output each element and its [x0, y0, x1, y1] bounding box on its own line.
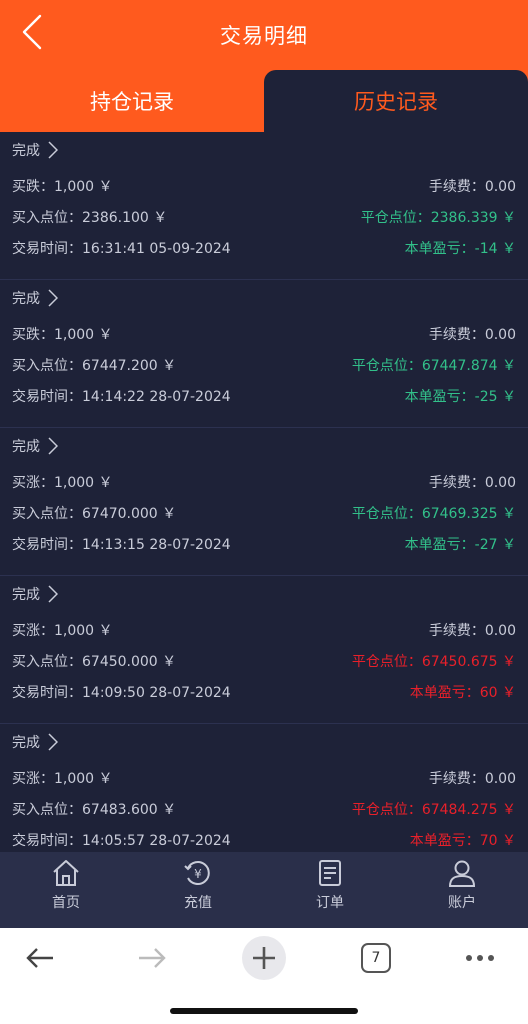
- record-item[interactable]: 完成 买涨：1,000 ￥ 手续费：0.00 买入点位：67450.000 ￥ 平仓…: [0, 576, 528, 724]
- arrow-right-icon: [139, 948, 166, 968]
- record-status[interactable]: 完成: [12, 436, 58, 456]
- tabbar-label: 首页: [52, 895, 80, 911]
- direction-amount: 买跌：1,000 ￥: [12, 179, 113, 195]
- profit-loss: 本单盈亏：70 ￥: [409, 833, 516, 849]
- trade-time: 交易时间：14:13:15 28-07-2024: [12, 537, 231, 553]
- bottom-tabbar: 首页 ¥ 充值 订单 账户: [0, 852, 528, 928]
- record-list: 完成 买跌：1,000 ￥ 手续费：0.00 买入点位：2386.100 ￥ 平仓点…: [0, 132, 528, 852]
- tabbar-item-home[interactable]: 首页: [0, 852, 132, 928]
- svg-text:¥: ¥: [194, 867, 202, 881]
- browser-toolbar: 7: [0, 928, 528, 1024]
- tabbar-label: 充值: [184, 895, 212, 911]
- record-status[interactable]: 完成: [12, 288, 58, 308]
- tab-holdings[interactable]: 持仓记录: [0, 70, 264, 132]
- record-status[interactable]: 完成: [12, 732, 58, 752]
- chevron-right-icon: [48, 289, 58, 307]
- more-icon: [466, 955, 494, 961]
- browser-forward-button[interactable]: [122, 932, 182, 984]
- arrow-left-icon: [26, 948, 53, 968]
- entry-price: 买入点位：2386.100 ￥: [12, 210, 168, 226]
- fee: 手续费：0.00: [428, 179, 516, 195]
- account-icon: [448, 860, 476, 887]
- close-price: 平仓点位：67450.675 ￥: [351, 654, 516, 670]
- close-price: 平仓点位：67447.874 ￥: [351, 358, 516, 374]
- record-status[interactable]: 完成: [12, 584, 58, 604]
- browser-more-button[interactable]: [450, 932, 510, 984]
- status-label: 完成: [12, 587, 40, 603]
- entry-price: 买入点位：67447.200 ￥: [12, 358, 177, 374]
- profit-loss: 本单盈亏：60 ￥: [409, 685, 516, 701]
- trade-time: 交易时间：14:14:22 28-07-2024: [12, 389, 231, 405]
- close-price: 平仓点位：67469.325 ￥: [351, 506, 516, 522]
- home-indicator[interactable]: [170, 1008, 358, 1014]
- direction-amount: 买涨：1,000 ￥: [12, 771, 113, 787]
- tabbar-label: 订单: [316, 895, 344, 911]
- fee: 手续费：0.00: [428, 623, 516, 639]
- tab-history[interactable]: 历史记录: [264, 70, 528, 132]
- record-item[interactable]: 完成 买涨：1,000 ￥ 手续费：0.00 买入点位：67483.600 ￥ 平仓…: [0, 724, 528, 852]
- chevron-right-icon: [48, 585, 58, 603]
- tabbar-item-recharge[interactable]: ¥ 充值: [132, 852, 264, 928]
- entry-price: 买入点位：67470.000 ￥: [12, 506, 177, 522]
- fee: 手续费：0.00: [428, 327, 516, 343]
- tab-count: 7: [371, 950, 381, 966]
- plus-icon: [242, 936, 286, 980]
- chevron-right-icon: [48, 733, 58, 751]
- record-status[interactable]: 完成: [12, 140, 58, 160]
- tabbar-label: 账户: [448, 895, 476, 911]
- record-item[interactable]: 完成 买跌：1,000 ￥ 手续费：0.00 买入点位：2386.100 ￥ 平仓点…: [0, 132, 528, 280]
- entry-price: 买入点位：67450.000 ￥: [12, 654, 177, 670]
- trade-time: 交易时间：14:05:57 28-07-2024: [12, 833, 231, 849]
- status-label: 完成: [12, 291, 40, 307]
- tabbar-item-orders[interactable]: 订单: [264, 852, 396, 928]
- browser-new-tab-button[interactable]: [234, 932, 294, 984]
- browser-back-button[interactable]: [10, 932, 70, 984]
- direction-amount: 买涨：1,000 ￥: [12, 623, 113, 639]
- profit-loss: 本单盈亏：-14 ￥: [404, 241, 516, 257]
- tabbar-item-account[interactable]: 账户: [396, 852, 528, 928]
- chevron-right-icon: [48, 141, 58, 159]
- trade-time: 交易时间：16:31:41 05-09-2024: [12, 241, 231, 257]
- browser-tabs-button[interactable]: 7: [346, 932, 406, 984]
- profit-loss: 本单盈亏：-27 ￥: [404, 537, 516, 553]
- chevron-right-icon: [48, 437, 58, 455]
- close-price: 平仓点位：2386.339 ￥: [360, 210, 516, 226]
- close-price: 平仓点位：67484.275 ￥: [351, 802, 516, 818]
- fee: 手续费：0.00: [428, 771, 516, 787]
- home-icon: [53, 860, 79, 886]
- entry-price: 买入点位：67483.600 ￥: [12, 802, 177, 818]
- record-item[interactable]: 完成 买跌：1,000 ￥ 手续费：0.00 买入点位：67447.200 ￥ 平仓…: [0, 280, 528, 428]
- status-label: 完成: [12, 735, 40, 751]
- page-title: 交易明细: [220, 24, 308, 48]
- direction-amount: 买涨：1,000 ￥: [12, 475, 113, 491]
- direction-amount: 买跌：1,000 ￥: [12, 327, 113, 343]
- fee: 手续费：0.00: [428, 475, 516, 491]
- trade-time: 交易时间：14:09:50 28-07-2024: [12, 685, 231, 701]
- header: 交易明细 持仓记录 历史记录: [0, 0, 528, 132]
- recharge-icon: ¥: [184, 861, 210, 885]
- status-label: 完成: [12, 143, 40, 159]
- tab-count-icon: 7: [361, 943, 391, 973]
- profit-loss: 本单盈亏：-25 ￥: [404, 389, 516, 405]
- status-label: 完成: [12, 439, 40, 455]
- record-item[interactable]: 完成 买涨：1,000 ￥ 手续费：0.00 买入点位：67470.000 ￥ 平仓…: [0, 428, 528, 576]
- order-icon: [319, 860, 341, 886]
